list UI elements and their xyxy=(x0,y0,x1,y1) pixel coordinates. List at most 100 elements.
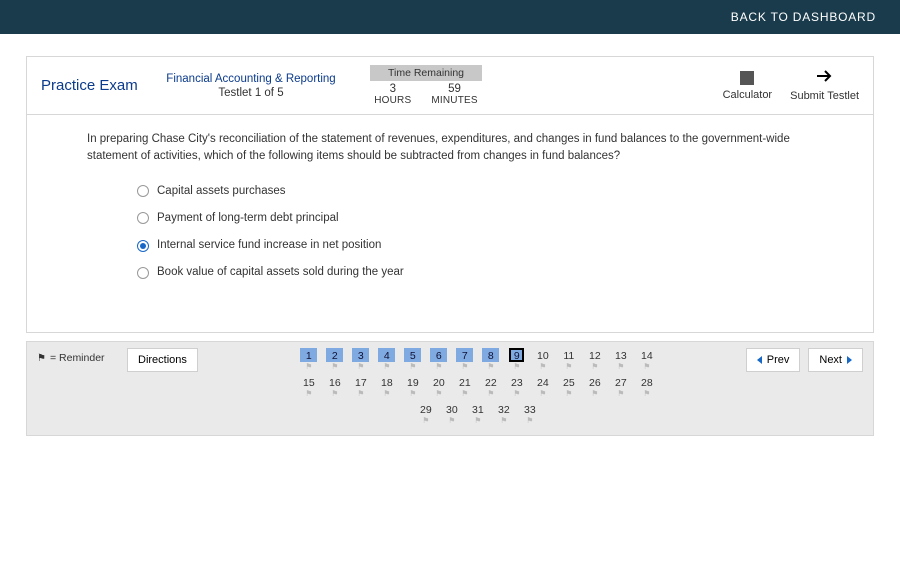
question-number: 18 xyxy=(378,375,395,389)
flag-slot-icon: ⚑ xyxy=(634,390,660,398)
question-number: 6 xyxy=(430,348,447,362)
question-cell[interactable]: 31⚑ xyxy=(465,402,491,425)
question-number: 16 xyxy=(326,375,343,389)
question-cell[interactable]: 15⚑ xyxy=(296,375,322,398)
flag-slot-icon: ⚑ xyxy=(296,363,322,371)
question-number: 9 xyxy=(509,348,524,362)
radio-icon xyxy=(137,185,149,197)
question-number: 5 xyxy=(404,348,421,362)
question-cell[interactable]: 26⚑ xyxy=(582,375,608,398)
question-cell[interactable]: 10⚑ xyxy=(530,348,556,371)
question-cell[interactable]: 33⚑ xyxy=(517,402,543,425)
question-number: 27 xyxy=(612,375,629,389)
question-number: 21 xyxy=(456,375,473,389)
directions-button[interactable]: Directions xyxy=(127,348,198,372)
flag-slot-icon: ⚑ xyxy=(374,363,400,371)
question-cell[interactable]: 7⚑ xyxy=(452,348,478,371)
question-cell[interactable]: 14⚑ xyxy=(634,348,660,371)
question-cell[interactable]: 20⚑ xyxy=(426,375,452,398)
back-to-dashboard-link[interactable]: BACK TO DASHBOARD xyxy=(731,10,876,24)
question-cell[interactable]: 27⚑ xyxy=(608,375,634,398)
time-remaining: Time Remaining 3 HOURS 59 MINUTES xyxy=(341,65,511,106)
question-number: 15 xyxy=(300,375,317,389)
question-cell[interactable]: 22⚑ xyxy=(478,375,504,398)
flag-slot-icon: ⚑ xyxy=(582,390,608,398)
question-cell[interactable]: 9⚑ xyxy=(504,348,530,371)
question-cell[interactable]: 25⚑ xyxy=(556,375,582,398)
options-list: Capital assets purchases Payment of long-… xyxy=(87,178,813,287)
submit-testlet-button[interactable]: Submit Testlet xyxy=(790,69,859,102)
question-number: 33 xyxy=(521,402,538,416)
option-label: Internal service fund increase in net po… xyxy=(157,237,381,254)
calculator-button[interactable]: Calculator xyxy=(723,71,773,101)
flag-slot-icon: ⚑ xyxy=(374,390,400,398)
question-cell[interactable]: 24⚑ xyxy=(530,375,556,398)
prev-button[interactable]: Prev xyxy=(746,348,801,372)
question-cell[interactable]: 1⚑ xyxy=(296,348,322,371)
flag-slot-icon: ⚑ xyxy=(452,363,478,371)
exam-title: Practice Exam xyxy=(41,77,161,94)
question-navigator: ⚑ = Reminder Directions 1⚑2⚑3⚑4⚑5⚑6⚑7⚑8⚑… xyxy=(26,341,874,436)
question-cell[interactable]: 30⚑ xyxy=(439,402,465,425)
next-button[interactable]: Next xyxy=(808,348,863,372)
section-name: Financial Accounting & Reporting xyxy=(161,73,341,85)
content-wrap: Practice Exam Financial Accounting & Rep… xyxy=(0,34,900,341)
flag-slot-icon: ⚑ xyxy=(634,363,660,371)
answer-option[interactable]: Internal service fund increase in net po… xyxy=(137,232,813,259)
next-arrow-icon xyxy=(847,356,852,364)
question-cell[interactable]: 5⚑ xyxy=(400,348,426,371)
minutes-value: 59 xyxy=(431,83,477,95)
question-cell[interactable]: 28⚑ xyxy=(634,375,660,398)
submit-label: Submit Testlet xyxy=(790,90,859,102)
question-cell[interactable]: 18⚑ xyxy=(374,375,400,398)
question-number: 32 xyxy=(495,402,512,416)
question-number: 24 xyxy=(534,375,551,389)
flag-slot-icon: ⚑ xyxy=(504,363,530,371)
answer-option[interactable]: Capital assets purchases xyxy=(137,178,813,205)
question-cell[interactable]: 8⚑ xyxy=(478,348,504,371)
question-cell[interactable]: 3⚑ xyxy=(348,348,374,371)
question-cell[interactable]: 19⚑ xyxy=(400,375,426,398)
flag-slot-icon: ⚑ xyxy=(556,363,582,371)
question-cell[interactable]: 6⚑ xyxy=(426,348,452,371)
app-window: BACK TO DASHBOARD Practice Exam Financia… xyxy=(0,0,900,585)
top-bar: BACK TO DASHBOARD xyxy=(0,0,900,34)
flag-slot-icon: ⚑ xyxy=(400,390,426,398)
question-cell[interactable]: 2⚑ xyxy=(322,348,348,371)
reminder-text: = Reminder xyxy=(50,352,105,364)
next-label: Next xyxy=(819,354,842,366)
submit-arrow-icon xyxy=(790,69,859,86)
flag-slot-icon: ⚑ xyxy=(348,390,374,398)
prev-arrow-icon xyxy=(757,356,762,364)
question-cell[interactable]: 17⚑ xyxy=(348,375,374,398)
question-cell[interactable]: 21⚑ xyxy=(452,375,478,398)
option-label: Payment of long-term debt principal xyxy=(157,210,339,227)
question-cell[interactable]: 23⚑ xyxy=(504,375,530,398)
flag-slot-icon: ⚑ xyxy=(322,390,348,398)
question-number: 30 xyxy=(443,402,460,416)
flag-slot-icon: ⚑ xyxy=(426,390,452,398)
flag-slot-icon: ⚑ xyxy=(517,417,543,425)
question-cell[interactable]: 13⚑ xyxy=(608,348,634,371)
answer-option[interactable]: Book value of capital assets sold during… xyxy=(137,259,813,286)
calculator-icon xyxy=(740,71,754,85)
question-number: 26 xyxy=(586,375,603,389)
prev-label: Prev xyxy=(767,354,790,366)
question-cell[interactable]: 32⚑ xyxy=(491,402,517,425)
answer-option[interactable]: Payment of long-term debt principal xyxy=(137,205,813,232)
question-cell[interactable]: 16⚑ xyxy=(322,375,348,398)
question-cell[interactable]: 11⚑ xyxy=(556,348,582,371)
question-grid: 1⚑2⚑3⚑4⚑5⚑6⚑7⚑8⚑9⚑10⚑11⚑12⚑13⚑14⚑15⚑16⚑1… xyxy=(288,348,668,429)
question-number: 1 xyxy=(300,348,317,362)
flag-slot-icon: ⚑ xyxy=(491,417,517,425)
flag-slot-icon: ⚑ xyxy=(296,390,322,398)
question-cell[interactable]: 29⚑ xyxy=(413,402,439,425)
question-number: 10 xyxy=(534,348,551,362)
hours-unit: HOURS xyxy=(374,95,411,106)
option-label: Book value of capital assets sold during… xyxy=(157,264,404,281)
flag-slot-icon: ⚑ xyxy=(478,363,504,371)
radio-icon xyxy=(137,267,149,279)
question-cell[interactable]: 12⚑ xyxy=(582,348,608,371)
question-number: 12 xyxy=(586,348,603,362)
question-cell[interactable]: 4⚑ xyxy=(374,348,400,371)
